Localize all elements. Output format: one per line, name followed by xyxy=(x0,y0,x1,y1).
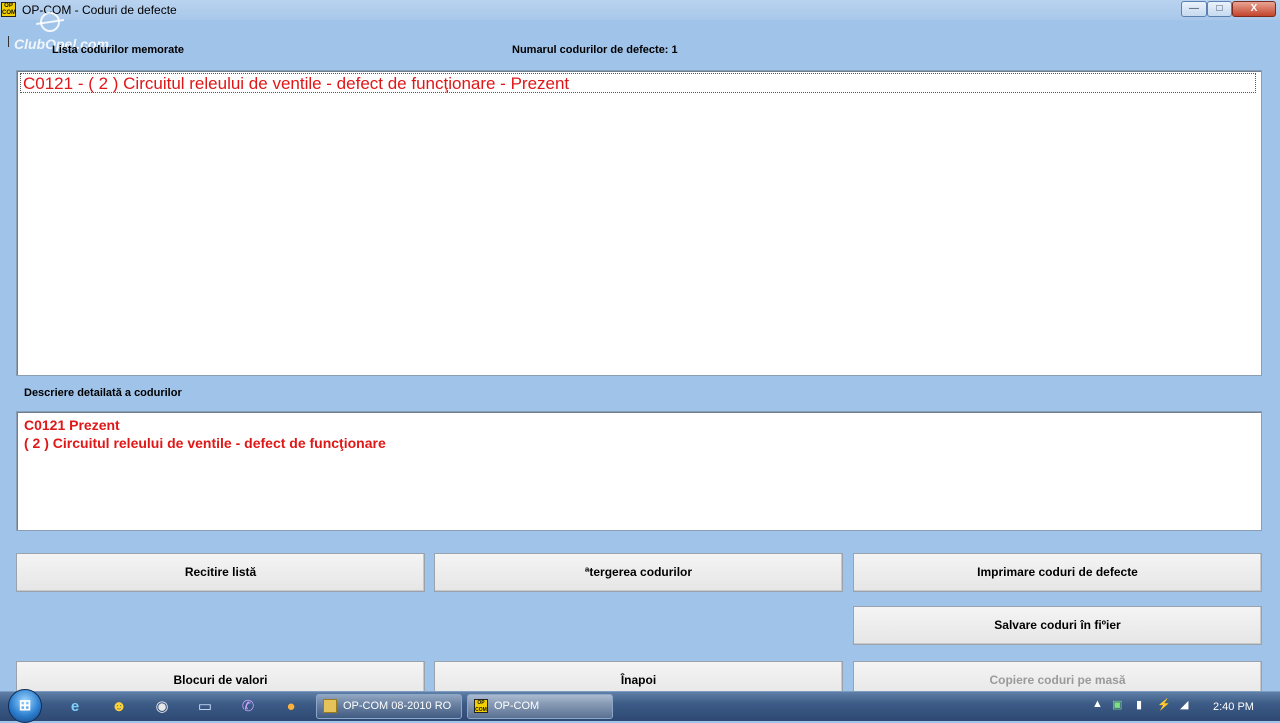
save-codes-button[interactable]: Salvare coduri în fiºier xyxy=(853,606,1262,645)
clear-codes-button[interactable]: ªtergerea codurilor xyxy=(434,553,843,592)
fault-code-list[interactable]: C0121 - ( 2 ) Circuitul releului de vent… xyxy=(16,70,1262,376)
taskbar-task-folder[interactable]: OP-COM 08-2010 RO xyxy=(316,694,462,719)
title-bar: OP COM OP-COM - Coduri de defecte — □ X xyxy=(0,0,1280,20)
text-cursor xyxy=(8,36,9,47)
taskbar: ⊞ e ☻ ◉ ▭ ✆ ● OP-COM 08-2010 RO OP COM OP… xyxy=(0,689,1280,723)
opel-logo-icon xyxy=(40,12,60,32)
fault-count-label: Numarul codurilor de defecte: 1 xyxy=(512,44,678,56)
power-icon[interactable]: ⚡ xyxy=(1157,698,1171,711)
task-label: OP-COM 08-2010 RO xyxy=(343,700,452,712)
description-label: Descriere detailată a codurilor xyxy=(24,387,182,399)
chrome-icon[interactable]: ◉ xyxy=(151,696,173,718)
fault-list-label: Lista codurilor memorate xyxy=(52,44,185,56)
internet-explorer-icon[interactable]: e xyxy=(64,696,86,718)
monitor-icon[interactable]: ▭ xyxy=(194,696,216,718)
minimize-button[interactable]: — xyxy=(1181,1,1207,17)
description-line: ( 2 ) Circuitul releului de ventile - de… xyxy=(24,435,386,451)
opcom-icon: OP COM xyxy=(474,699,488,713)
close-button[interactable]: X xyxy=(1232,1,1276,17)
network-status-icon[interactable]: ▣ xyxy=(1112,698,1122,711)
list-item[interactable]: C0121 - ( 2 ) Circuitul releului de vent… xyxy=(20,73,1256,93)
battery-icon[interactable]: ▮ xyxy=(1136,698,1142,711)
folder-icon xyxy=(323,699,337,713)
print-codes-button[interactable]: Imprimare coduri de defecte xyxy=(853,553,1262,592)
maximize-button[interactable]: □ xyxy=(1207,1,1232,17)
taskbar-task-opcom[interactable]: OP COM OP-COM xyxy=(467,694,613,719)
description-line: C0121 Prezent xyxy=(24,417,120,433)
description-box[interactable]: C0121 Prezent ( 2 ) Circuitul releului d… xyxy=(16,411,1262,531)
start-button[interactable]: ⊞ xyxy=(8,689,42,723)
task-label: OP-COM xyxy=(494,700,540,712)
viber-icon[interactable]: ✆ xyxy=(237,696,259,718)
show-hidden-icons-icon[interactable]: ▲ xyxy=(1092,698,1103,710)
app-icon: OP COM xyxy=(1,2,16,17)
reread-list-button[interactable]: Recitire listă xyxy=(16,553,425,592)
clock[interactable]: 2:40 PM xyxy=(1213,701,1254,713)
smiley-icon[interactable]: ☻ xyxy=(108,696,130,718)
orange-ball-icon[interactable]: ● xyxy=(280,696,302,718)
wifi-signal-icon[interactable]: ◢ xyxy=(1180,698,1188,711)
